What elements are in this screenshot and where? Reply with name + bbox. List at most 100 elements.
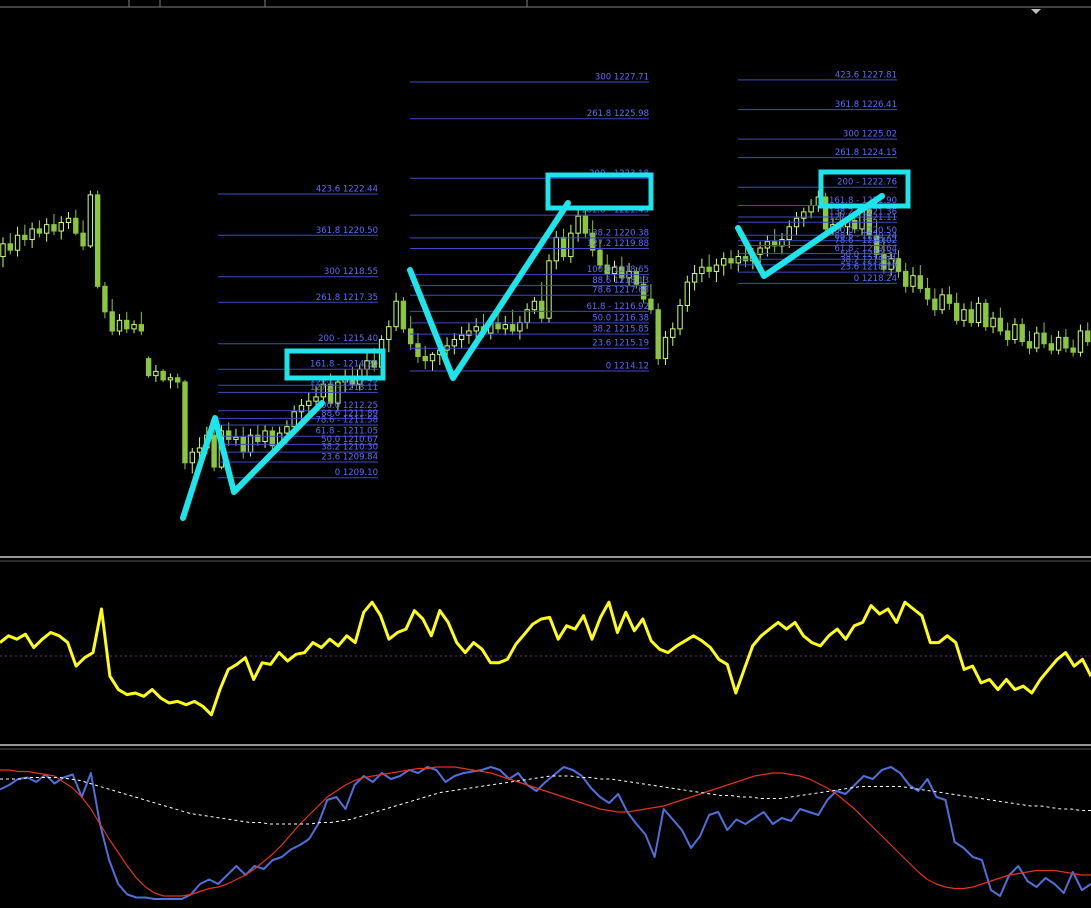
candle-body bbox=[728, 258, 734, 264]
candle-body bbox=[102, 285, 108, 313]
candle-body bbox=[655, 309, 661, 360]
candle-body bbox=[160, 370, 166, 381]
candle-body bbox=[306, 400, 312, 406]
candle-body bbox=[670, 328, 676, 338]
candle-body bbox=[946, 294, 953, 304]
candle-body bbox=[189, 451, 195, 464]
candle-body bbox=[0, 243, 6, 258]
fib-label: 423.6 1222.44 bbox=[316, 185, 378, 195]
candle-body bbox=[458, 334, 465, 340]
candle-body bbox=[903, 270, 909, 287]
candle-body bbox=[14, 234, 21, 251]
candle-body bbox=[539, 300, 545, 319]
candle-body bbox=[509, 324, 516, 332]
candle-body bbox=[932, 298, 938, 311]
candle-body bbox=[953, 302, 960, 321]
candle-body bbox=[153, 370, 159, 377]
candle-body bbox=[109, 311, 115, 332]
fib-label: 200 - 1222.76 bbox=[837, 178, 897, 188]
fib-label: 0 1218.24 bbox=[854, 274, 897, 284]
candle-body bbox=[742, 256, 749, 262]
fib-label: 78.6 - 1211.58 bbox=[315, 415, 378, 425]
candle-body bbox=[429, 353, 436, 362]
candle-body bbox=[808, 205, 814, 213]
candle-body bbox=[94, 194, 101, 287]
fib-label: 200 - 1215.40 bbox=[318, 334, 378, 344]
candle-body bbox=[990, 317, 996, 328]
candle-body bbox=[684, 281, 691, 306]
fib-label: 61.8 - 1216.92 bbox=[586, 302, 649, 312]
fib-label: 127.2 1219.88 bbox=[587, 239, 649, 249]
fib-label: 23.6 1215.19 bbox=[592, 339, 649, 349]
candle-body bbox=[699, 266, 705, 275]
candle-body bbox=[1077, 330, 1084, 353]
candle-body bbox=[1070, 347, 1076, 353]
candle-body bbox=[786, 226, 792, 241]
fib-label: 23.6 1209.84 bbox=[321, 452, 378, 462]
candle-body bbox=[560, 236, 567, 258]
candle-body bbox=[182, 381, 188, 464]
fib-label: 300 1218.55 bbox=[324, 267, 378, 277]
candle-body bbox=[247, 434, 254, 453]
candle bbox=[655, 303, 661, 365]
candle-body bbox=[968, 309, 974, 323]
candle-body bbox=[1026, 341, 1033, 349]
candle-body bbox=[706, 266, 712, 272]
fib-label: 23.6 1218.77 bbox=[840, 263, 897, 273]
candle-body bbox=[58, 222, 64, 232]
candle-body bbox=[691, 273, 698, 283]
candle-body bbox=[568, 232, 574, 258]
candle-body bbox=[502, 324, 509, 330]
candle-body bbox=[451, 338, 458, 347]
fib-label: 261.8 1225.98 bbox=[587, 109, 649, 119]
fib-label: 78.6 1217.68 bbox=[592, 286, 649, 296]
candle-body bbox=[73, 217, 79, 234]
candle-body bbox=[87, 194, 94, 247]
candle bbox=[87, 190, 94, 249]
candle-body bbox=[1012, 324, 1018, 340]
candle-body bbox=[575, 215, 581, 234]
fib-label: 261.8 1224.15 bbox=[835, 148, 897, 158]
fib-label: 38.2 1210.30 bbox=[321, 443, 378, 453]
candle-body bbox=[713, 264, 720, 272]
candle-body bbox=[553, 236, 559, 262]
candle-body bbox=[1063, 336, 1069, 349]
candle bbox=[145, 356, 152, 378]
candle-body bbox=[473, 326, 479, 332]
candle-body bbox=[211, 434, 217, 468]
candle bbox=[160, 369, 166, 383]
candle-body bbox=[116, 319, 123, 332]
fib-label: 127.2 - 1213.11 bbox=[310, 383, 378, 393]
candle-body bbox=[80, 232, 86, 247]
fib-label: 300 1225.02 bbox=[843, 130, 897, 140]
candle-body bbox=[65, 217, 72, 224]
candle-body bbox=[407, 328, 414, 345]
candle-body bbox=[43, 224, 50, 234]
candle-body bbox=[1055, 336, 1062, 351]
candle-body bbox=[131, 324, 137, 330]
candle-body bbox=[138, 324, 145, 332]
candle-body bbox=[1019, 324, 1025, 343]
candle-body bbox=[145, 358, 152, 377]
candle bbox=[400, 296, 407, 334]
candle-body bbox=[196, 447, 203, 453]
candle-body bbox=[910, 275, 916, 287]
candle-body bbox=[1041, 332, 1047, 345]
candle-body bbox=[51, 224, 57, 232]
candle-body bbox=[393, 300, 399, 328]
fib-label: 261.8 1217.35 bbox=[316, 293, 378, 303]
fib-label: 423.6 1227.81 bbox=[835, 70, 897, 80]
candle-body bbox=[924, 287, 931, 300]
chart-canvas[interactable]: 423.6 1222.44 361.8 1220.50 300 1218.55 261… bbox=[0, 0, 1091, 904]
candle-body bbox=[233, 436, 239, 440]
candle bbox=[983, 299, 989, 331]
candle-body bbox=[1004, 330, 1011, 340]
candle-body bbox=[517, 321, 523, 332]
candle-body bbox=[269, 430, 276, 447]
candle-body bbox=[422, 355, 428, 362]
fib-label: 0 1214.12 bbox=[606, 361, 649, 371]
candle-body bbox=[822, 196, 829, 230]
fib-label: 38.2 1215.85 bbox=[592, 325, 649, 335]
candle-body bbox=[1048, 343, 1055, 351]
candle-body bbox=[386, 326, 392, 340]
